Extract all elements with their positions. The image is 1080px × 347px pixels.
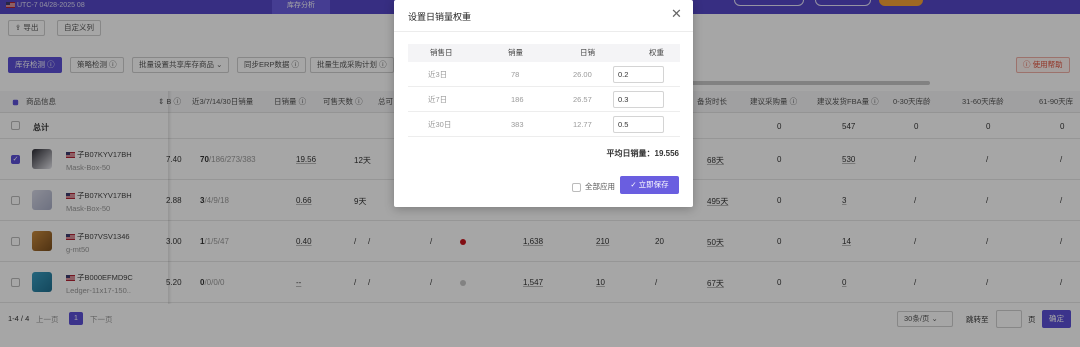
save-now-button[interactable]: ✓ 立即保存 bbox=[620, 176, 679, 194]
daily-sales-weight-modal: 设置日销量权重 ✕ 销售日 销量 日销 权重 近3日 78 26.00 近7日 186 2… bbox=[394, 0, 693, 207]
weight-table-header: 销售日 销量 日销 权重 bbox=[408, 44, 680, 62]
apply-all-checkbox[interactable]: 全部应用 bbox=[572, 181, 615, 192]
period-label: 近30日 bbox=[428, 120, 452, 129]
qty-value: 78 bbox=[511, 70, 520, 79]
apply-all-label: 全部应用 bbox=[585, 182, 615, 191]
wt-th-daily: 日销 bbox=[580, 48, 595, 57]
wt-th-qty: 销量 bbox=[508, 48, 523, 57]
weight-row: 近7日 186 26.57 bbox=[408, 87, 680, 112]
avg-daily-sales: 平均日销量：19.556 bbox=[607, 148, 679, 159]
avg-value: 19.556 bbox=[654, 149, 679, 158]
weight-row: 近3日 78 26.00 bbox=[408, 62, 680, 87]
weight-input[interactable] bbox=[613, 66, 664, 83]
modal-title: 设置日销量权重 bbox=[408, 12, 472, 22]
weight-input[interactable] bbox=[613, 116, 664, 133]
qty-value: 186 bbox=[511, 95, 524, 104]
daily-value: 12.77 bbox=[573, 120, 592, 129]
weight-row: 近30日 383 12.77 bbox=[408, 112, 680, 137]
close-icon[interactable]: ✕ bbox=[671, 7, 682, 21]
period-label: 近7日 bbox=[428, 95, 448, 104]
daily-value: 26.57 bbox=[573, 95, 592, 104]
daily-value: 26.00 bbox=[573, 70, 592, 79]
avg-label: 平均日销量： bbox=[606, 149, 655, 158]
checkbox-icon bbox=[572, 182, 581, 192]
period-label: 近3日 bbox=[428, 70, 448, 79]
modal-divider bbox=[394, 31, 693, 32]
weight-input[interactable] bbox=[613, 91, 664, 108]
wt-th-weight: 权重 bbox=[649, 48, 664, 57]
wt-th-period: 销售日 bbox=[430, 48, 453, 57]
qty-value: 383 bbox=[511, 120, 524, 129]
